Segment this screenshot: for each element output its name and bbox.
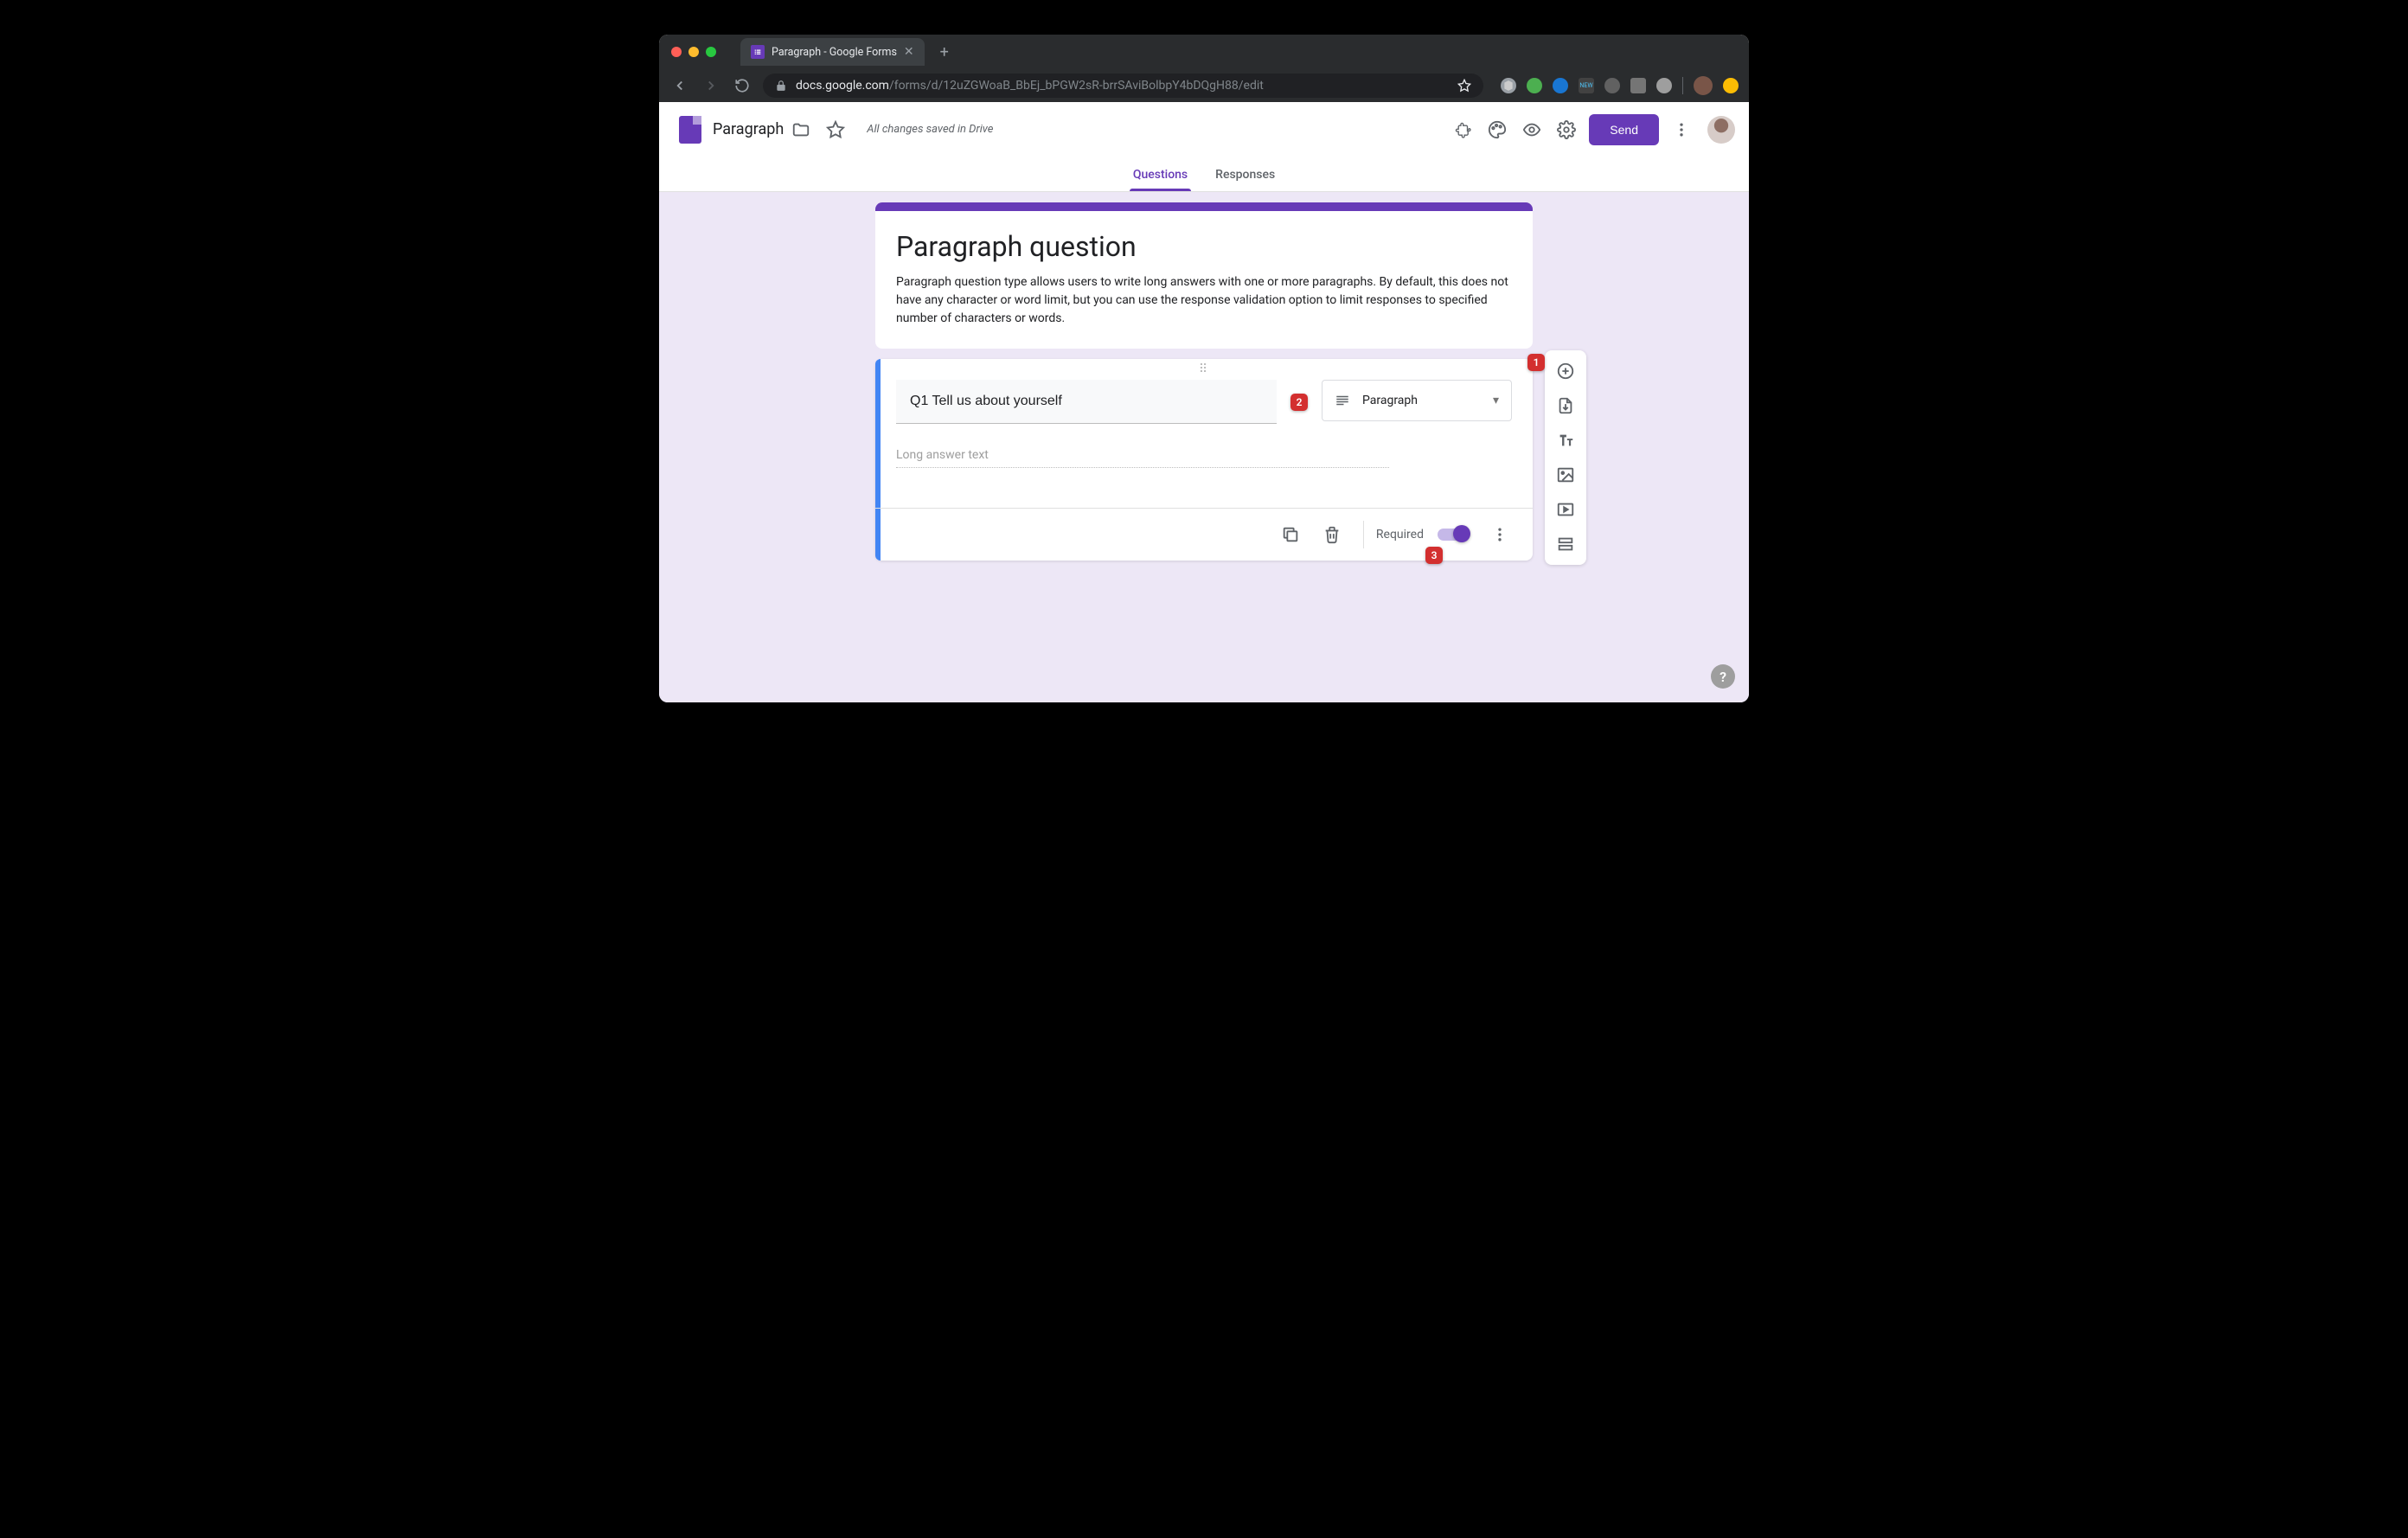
addons-button[interactable] bbox=[1445, 112, 1480, 147]
question-more-button[interactable] bbox=[1481, 516, 1519, 554]
extension-icon[interactable] bbox=[1630, 78, 1646, 93]
window-controls bbox=[671, 47, 716, 57]
tab-bar: Paragraph - Google Forms ✕ + bbox=[659, 35, 1749, 69]
form-description[interactable]: Paragraph question type allows users to … bbox=[896, 273, 1512, 328]
divider bbox=[1682, 77, 1683, 94]
extension-icons: NEW bbox=[1494, 76, 1739, 95]
answer-preview: Long answer text bbox=[896, 448, 1389, 468]
required-label: Required bbox=[1376, 528, 1424, 542]
close-tab-icon[interactable]: ✕ bbox=[904, 45, 914, 59]
extension-icon[interactable] bbox=[1553, 78, 1568, 93]
add-section-button[interactable] bbox=[1550, 529, 1581, 560]
drag-handle-icon[interactable]: ⠿ bbox=[875, 359, 1533, 380]
add-video-button[interactable] bbox=[1550, 494, 1581, 525]
annotation-badge-3: 3 bbox=[1425, 547, 1443, 564]
tab-responses[interactable]: Responses bbox=[1201, 157, 1289, 191]
send-button[interactable]: Send bbox=[1589, 114, 1659, 145]
import-questions-button[interactable] bbox=[1550, 390, 1581, 421]
lock-icon bbox=[775, 80, 787, 92]
document-title[interactable]: Paragraph bbox=[713, 120, 784, 138]
address-bar[interactable]: docs.google.com/forms/d/12uZGWoaB_BbEj_b… bbox=[763, 74, 1483, 98]
tab-title: Paragraph - Google Forms bbox=[772, 46, 897, 59]
preview-button[interactable] bbox=[1515, 112, 1549, 147]
save-status: All changes saved in Drive bbox=[867, 123, 993, 136]
new-tab-button[interactable]: + bbox=[932, 43, 957, 61]
side-toolbar: 1 bbox=[1545, 350, 1586, 565]
reload-button[interactable] bbox=[732, 75, 752, 96]
tab-questions[interactable]: Questions bbox=[1119, 157, 1201, 191]
duplicate-button[interactable] bbox=[1271, 516, 1310, 554]
maximize-window-button[interactable] bbox=[706, 47, 716, 57]
delete-button[interactable] bbox=[1313, 516, 1351, 554]
back-button[interactable] bbox=[669, 75, 690, 96]
extension-icon[interactable] bbox=[1656, 78, 1672, 93]
browser-window: Paragraph - Google Forms ✕ + docs.google… bbox=[659, 35, 1749, 702]
required-toggle[interactable] bbox=[1438, 529, 1469, 541]
help-button[interactable]: ? bbox=[1711, 664, 1735, 689]
form-container: Paragraph question Paragraph question ty… bbox=[875, 202, 1533, 561]
app-header: Paragraph All changes saved in Drive Sen… bbox=[659, 102, 1749, 157]
form-tabs: Questions Responses bbox=[659, 157, 1749, 192]
browser-tab[interactable]: Paragraph - Google Forms ✕ bbox=[740, 38, 925, 66]
toolbar-row: docs.google.com/forms/d/12uZGWoaB_BbEj_b… bbox=[659, 69, 1749, 102]
bookmark-star-icon[interactable] bbox=[1457, 79, 1471, 93]
account-avatar[interactable] bbox=[1707, 116, 1735, 144]
extension-icon[interactable] bbox=[1604, 78, 1620, 93]
question-card[interactable]: ⠿ 2 Paragraph ▾ bbox=[875, 359, 1533, 561]
chrome-top: Paragraph - Google Forms ✕ + docs.google… bbox=[659, 35, 1749, 102]
add-title-button[interactable] bbox=[1550, 425, 1581, 456]
question-type-select[interactable]: Paragraph ▾ bbox=[1322, 380, 1512, 421]
annotation-badge-1: 1 bbox=[1527, 354, 1545, 371]
add-question-button[interactable] bbox=[1550, 356, 1581, 387]
add-image-button[interactable] bbox=[1550, 459, 1581, 490]
settings-button[interactable] bbox=[1549, 112, 1584, 147]
favicon-forms-icon bbox=[751, 45, 765, 59]
question-title-input[interactable] bbox=[896, 380, 1277, 424]
minimize-window-button[interactable] bbox=[688, 47, 699, 57]
form-header-card[interactable]: Paragraph question Paragraph question ty… bbox=[875, 202, 1533, 349]
close-window-button[interactable] bbox=[671, 47, 682, 57]
extension-icon[interactable] bbox=[1527, 78, 1542, 93]
question-footer: Required 3 bbox=[875, 508, 1533, 561]
caret-down-icon: ▾ bbox=[1493, 394, 1499, 407]
question-type-label: Paragraph bbox=[1362, 394, 1418, 407]
forms-app-icon[interactable] bbox=[673, 112, 708, 147]
forward-button[interactable] bbox=[701, 75, 721, 96]
extension-icon[interactable] bbox=[1501, 78, 1516, 93]
more-button[interactable] bbox=[1664, 112, 1699, 147]
profile-avatar[interactable] bbox=[1694, 76, 1713, 95]
profile-badge[interactable] bbox=[1723, 78, 1739, 93]
extension-icon[interactable]: NEW bbox=[1579, 78, 1594, 93]
star-button[interactable] bbox=[818, 112, 853, 147]
divider bbox=[1363, 521, 1364, 548]
customize-theme-button[interactable] bbox=[1480, 112, 1515, 147]
annotation-badge-2: 2 bbox=[1290, 394, 1308, 411]
url-text: docs.google.com/forms/d/12uZGWoaB_BbEj_b… bbox=[796, 79, 1449, 93]
form-title[interactable]: Paragraph question bbox=[896, 230, 1512, 263]
form-canvas: Paragraph question Paragraph question ty… bbox=[659, 192, 1749, 702]
move-to-folder-button[interactable] bbox=[784, 112, 818, 147]
paragraph-type-icon bbox=[1335, 393, 1350, 408]
